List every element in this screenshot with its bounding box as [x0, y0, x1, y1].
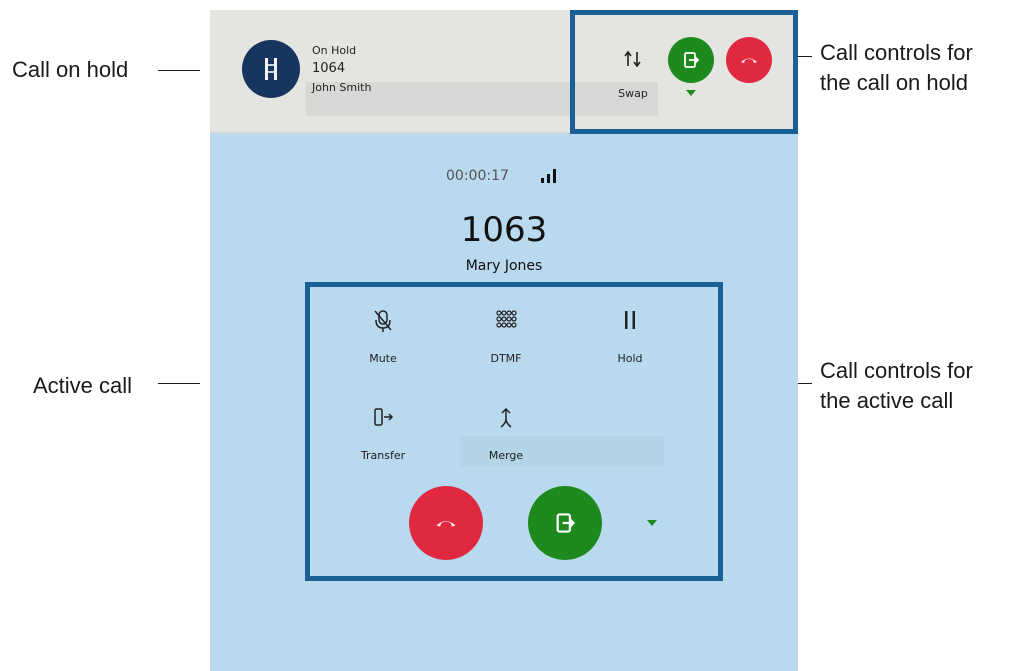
held-call-info: On Hold 1064 John Smith [312, 43, 371, 97]
annotation-active-call: Active call [33, 373, 133, 398]
annotation-box-hold-controls [570, 10, 798, 134]
avatar [242, 40, 300, 98]
signal-strength-icon [540, 168, 558, 189]
annotation-call-on-hold: Call on hold [12, 57, 129, 82]
annotation-pointer-hold [158, 70, 200, 71]
annotation-active-controls: Call controls for the active call [820, 356, 973, 416]
held-call-number: 1064 [312, 61, 346, 76]
call-timer: 00:00:17 [446, 168, 509, 184]
annotation-hold-controls: Call controls for the call on hold [820, 38, 973, 98]
annotation-pointer-hold-controls [798, 56, 812, 57]
held-call-name: John Smith [312, 81, 372, 94]
annotation-active-controls-line1: Call controls for [820, 358, 973, 383]
active-call-number: 1063 [460, 210, 548, 250]
annotation-box-active-controls [305, 282, 723, 581]
held-call-icon [265, 58, 277, 80]
active-call-name: Mary Jones [465, 258, 543, 274]
annotation-hold-controls-line2: the call on hold [820, 70, 968, 95]
annotation-hold-controls-line1: Call controls for [820, 40, 973, 65]
held-call-status: On Hold [312, 44, 357, 57]
annotation-active-controls-line2: the active call [820, 388, 954, 413]
annotation-pointer-active [158, 383, 200, 384]
